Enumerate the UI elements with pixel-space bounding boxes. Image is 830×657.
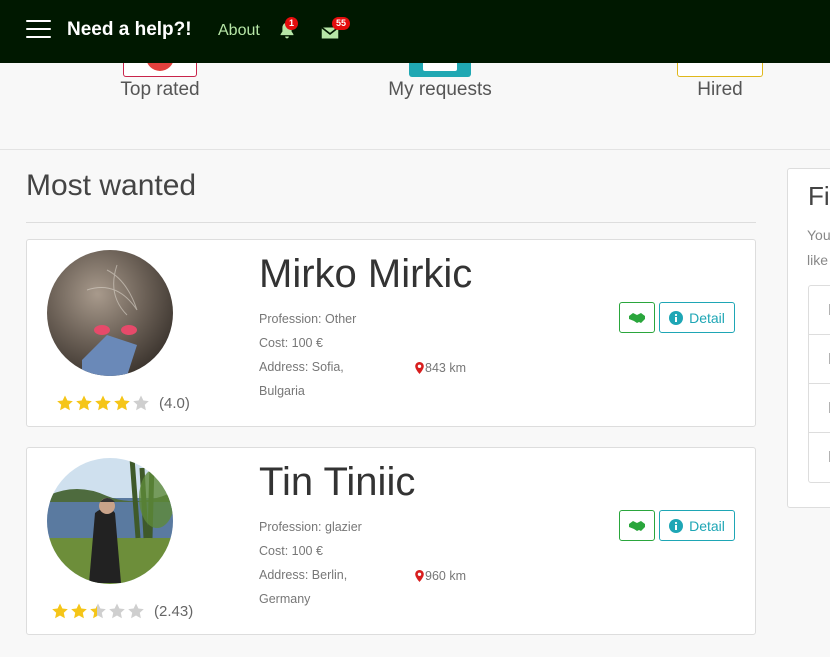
cost-text: Cost: 100 € (259, 336, 323, 350)
category-my-requests[interactable]: My requests (380, 63, 500, 101)
star-icon (52, 603, 68, 619)
section-divider (26, 222, 756, 223)
category-label: Top rated (120, 79, 200, 100)
filter-description: You like (807, 223, 830, 273)
detail-button[interactable]: Detail (659, 302, 735, 333)
top-rated-thumbnail (123, 63, 197, 77)
filter-text-line2: like (807, 252, 829, 268)
profile-name[interactable]: Tin Tiniic (259, 460, 415, 505)
about-link[interactable]: About (218, 22, 260, 40)
cost-text: Cost: 100 € (259, 544, 323, 558)
top-navbar: Need a help?! About 1 55 (0, 0, 830, 63)
filter-list (808, 285, 830, 483)
distance-text: 843 km (425, 361, 466, 375)
star-icon (76, 395, 92, 411)
category-hired[interactable]: Hired (670, 63, 770, 101)
category-label: Hired (697, 79, 743, 100)
section-title: Most wanted (26, 169, 197, 202)
star-icon (133, 395, 149, 411)
map-pin-icon (415, 570, 424, 582)
distance: 843 km (415, 361, 466, 375)
handshake-icon (629, 520, 645, 531)
detail-label: Detail (689, 309, 725, 326)
brand-title[interactable]: Need a help?! (67, 19, 192, 41)
filter-option[interactable] (809, 384, 830, 433)
detail-button[interactable]: Detail (659, 510, 735, 541)
profession-text: Profession: Other (259, 312, 357, 326)
star-icon (90, 603, 106, 619)
profile-name[interactable]: Mirko Mirkic (259, 252, 472, 297)
star-icon (95, 395, 111, 411)
star-icon (57, 395, 73, 411)
handshake-icon (629, 312, 645, 323)
rating-stars: (2.43) (51, 602, 193, 620)
my-requests-thumbnail (409, 63, 471, 77)
star-icon (114, 395, 130, 411)
star-icon (128, 603, 144, 619)
distance-text: 960 km (425, 569, 466, 583)
info-icon (669, 310, 684, 325)
filter-panel: Fi You like (787, 168, 830, 508)
category-top-rated[interactable]: Top rated (104, 63, 216, 101)
address-line2: Bulgaria (259, 384, 305, 398)
address-line1: Address: Berlin, (259, 568, 348, 582)
filter-option[interactable] (809, 335, 830, 384)
rating-stars: (4.0) (56, 394, 190, 412)
filter-option[interactable] (809, 433, 830, 482)
category-strip: Top rated My requests Hired (0, 63, 830, 150)
star-icon (71, 603, 87, 619)
messages-badge: 55 (332, 17, 351, 30)
profile-card: (2.43) Tin Tiniic Profession: glazier Co… (26, 447, 756, 635)
info-icon (669, 518, 684, 533)
hired-thumbnail (677, 63, 763, 77)
distance: 960 km (415, 569, 466, 583)
avatar (47, 250, 173, 376)
star-icon (109, 603, 125, 619)
address-line2: Germany (259, 592, 311, 606)
profession-text: Profession: glazier (259, 520, 362, 534)
hire-button[interactable] (619, 302, 655, 333)
filter-option[interactable] (809, 286, 830, 335)
hamburger-menu-icon[interactable] (26, 20, 51, 40)
detail-label: Detail (689, 517, 725, 534)
notifications-badge: 1 (285, 17, 299, 30)
filter-title: Fi (808, 181, 830, 211)
filter-text-line1: You (807, 227, 830, 243)
hire-button[interactable] (619, 510, 655, 541)
map-pin-icon (415, 362, 424, 374)
rating-value: (2.43) (154, 602, 194, 620)
profile-card: (4.0) Mirko Mirkic Profession: Other Cos… (26, 239, 756, 427)
address-line1: Address: Sofia, (259, 360, 344, 374)
rating-value: (4.0) (159, 394, 190, 412)
category-label: My requests (388, 79, 492, 100)
avatar (47, 458, 173, 584)
